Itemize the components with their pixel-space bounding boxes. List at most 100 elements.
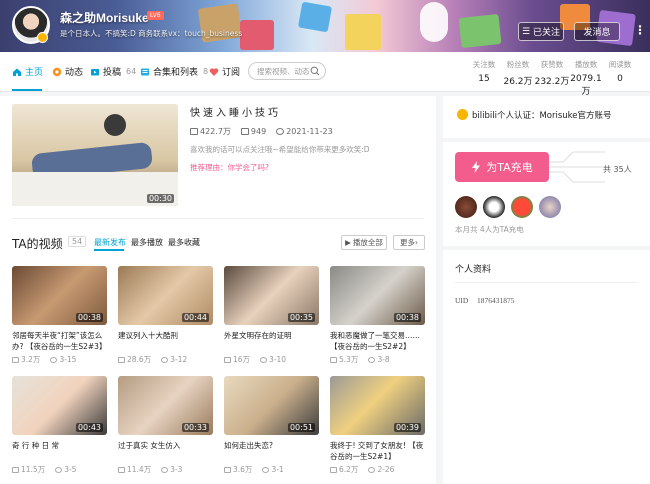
video-meta: 6.2万 2-26	[330, 464, 425, 475]
clock-icon	[262, 466, 270, 473]
video-title[interactable]: 奇 行 种 日 常	[12, 440, 107, 462]
play-all-button[interactable]: ▶ 播放全部	[341, 235, 387, 250]
featured-reason: 推荐理由：你学会了吗?	[190, 163, 269, 172]
menu-icon: ☰	[521, 26, 531, 37]
featured-duration: 00:30	[146, 194, 174, 203]
video-thumbnail[interactable]: 00:39	[330, 376, 425, 435]
featured-meta: 422.7万 949 2021-11-23	[190, 126, 333, 137]
tab-dynamic[interactable]: 动态	[52, 65, 83, 78]
video-views: 11.5万	[21, 465, 46, 474]
featured-date: 2021-11-23	[276, 126, 333, 137]
lightning-icon	[472, 161, 481, 173]
video-thumbnail[interactable]: 00:33	[118, 376, 213, 435]
video-duration: 00:38	[393, 313, 421, 322]
clock-icon	[276, 128, 285, 135]
stat-reads-label: 阅读数	[608, 60, 632, 69]
video-date: 2-26	[377, 465, 395, 474]
message-button[interactable]: 发消息	[574, 22, 620, 41]
video-title[interactable]: 邻居每天半夜“打架”该怎么办? 【夜谷岳的一生S2#3】	[12, 330, 107, 352]
charge-button[interactable]: 为TA充电	[455, 152, 549, 182]
video-thumbnail[interactable]: 00:51	[224, 376, 319, 435]
upload-icon	[91, 68, 99, 75]
clock-icon	[55, 466, 63, 473]
video-date: 3-3	[170, 465, 183, 474]
video-duration: 00:39	[393, 423, 421, 432]
clock-icon	[368, 356, 376, 363]
followed-button[interactable]: ☰ 已关注	[518, 22, 564, 41]
signature: 是个日本人。不搞笑:D 商务联系vx：touch_business	[60, 29, 243, 38]
search-input[interactable]: 搜索视频、动态	[248, 62, 326, 80]
video-title[interactable]: 我和恶魔做了一笔交易…… 【夜谷岳的一生S2#2】	[330, 330, 425, 352]
video-views: 3.2万	[21, 355, 41, 364]
tab-home-label: 主页	[25, 68, 44, 78]
video-card[interactable]: 00:35 外星文明存在的证明 16万 3-10	[224, 266, 319, 365]
fan-avatar[interactable]	[539, 196, 561, 218]
more-videos-button[interactable]: 更多 ›	[393, 235, 425, 250]
video-card[interactable]: 00:33 过于真实 女生仿入 11.4万 3-3	[118, 376, 213, 475]
verified-badge-icon	[37, 32, 48, 43]
uid-label: UID	[455, 296, 469, 305]
video-title[interactable]: 建议列入十大酷刑	[118, 330, 213, 352]
tab-collection-label: 合集和列表	[153, 68, 199, 78]
video-meta: 28.6万 3-12	[118, 354, 213, 365]
video-views: 11.4万	[127, 465, 152, 474]
video-card[interactable]: 00:43 奇 行 种 日 常 11.5万 3-5	[12, 376, 107, 475]
play-count-icon	[224, 466, 231, 473]
profile-info-divider	[455, 282, 638, 283]
play-count-icon	[330, 466, 337, 473]
video-title[interactable]: 外星文明存在的证明	[224, 330, 319, 352]
video-card[interactable]: 00:38 我和恶魔做了一笔交易…… 【夜谷岳的一生S2#2】 5.3万 3-8	[330, 266, 425, 365]
tab-home[interactable]: 主页	[12, 65, 43, 78]
video-title[interactable]: 如何走出失恋?	[224, 440, 319, 462]
tab-subscribe[interactable]: 订阅	[209, 65, 240, 78]
uid-value: 1876431875	[477, 296, 515, 305]
verification-text: bilibili个人认证：Morisuke官方账号	[472, 111, 612, 121]
charge-month-note: 本月共 4人为TA充电	[455, 225, 524, 234]
video-thumbnail[interactable]: 00:35	[224, 266, 319, 325]
video-thumbnail[interactable]: 00:43	[12, 376, 107, 435]
video-views: 3.6万	[233, 465, 253, 474]
video-duration: 00:35	[287, 313, 315, 322]
video-meta: 11.5万 3-5	[12, 464, 107, 475]
more-icon[interactable]: ⋮	[634, 24, 646, 36]
featured-danmaku: 949	[240, 126, 266, 137]
video-card[interactable]: 00:39 我终于! 交到了女朋友! 【夜谷岳的一生S2#1】 6.2万 2-2…	[330, 376, 425, 475]
video-views: 5.3万	[339, 355, 359, 364]
danmaku-icon	[240, 128, 249, 135]
video-thumbnail[interactable]: 00:44	[118, 266, 213, 325]
fan-avatar[interactable]	[483, 196, 505, 218]
video-card[interactable]: 00:38 邻居每天半夜“打架”该怎么办? 【夜谷岳的一生S2#3】 3.2万 …	[12, 266, 107, 365]
video-date: 3-5	[64, 465, 77, 474]
upload-count: 64	[126, 67, 137, 76]
video-duration: 00:43	[75, 423, 103, 432]
video-title[interactable]: 我终于! 交到了女朋友! 【夜谷岳的一生S2#1】	[330, 440, 425, 462]
video-meta: 16万 3-10	[224, 354, 319, 365]
fan-avatar[interactable]	[455, 196, 477, 218]
tab-collection[interactable]: 合集和列表 8	[140, 65, 208, 78]
verified-icon	[457, 109, 468, 120]
collection-icon	[141, 68, 149, 75]
tab-most-played[interactable]: 最多播放	[131, 237, 163, 248]
tab-most-favorited[interactable]: 最多收藏	[168, 237, 200, 248]
featured-title[interactable]: 快速入睡小技巧	[190, 104, 281, 119]
video-thumbnail[interactable]: 00:38	[12, 266, 107, 325]
charge-total: 共 35人	[603, 165, 632, 174]
tab-upload[interactable]: 投稿 64	[90, 65, 136, 78]
videos-section-title: TA的视频	[12, 237, 63, 251]
featured-description: 喜欢我的话可以点关注哦~希望能给你带来更多欢笑:D	[190, 145, 370, 154]
clock-icon	[50, 356, 58, 363]
fan-avatar[interactable]	[511, 196, 533, 218]
video-title[interactable]: 过于真实 女生仿入	[118, 440, 213, 462]
followed-label: 已关注	[533, 28, 561, 38]
stat-reads-value: 0	[617, 74, 623, 84]
video-views: 6.2万	[339, 465, 359, 474]
video-thumbnail[interactable]: 00:38	[330, 266, 425, 325]
featured-video-thumbnail[interactable]: 00:30	[12, 104, 178, 206]
search-icon[interactable]	[310, 66, 320, 76]
video-duration: 00:51	[287, 423, 315, 432]
video-card[interactable]: 00:51 如何走出失恋? 3.6万 3-1	[224, 376, 319, 475]
tab-latest[interactable]: 最新发布	[94, 237, 126, 248]
search-placeholder: 搜索视频、动态	[257, 67, 310, 76]
clock-icon	[161, 466, 169, 473]
video-card[interactable]: 00:44 建议列入十大酷刑 28.6万 3-12	[118, 266, 213, 365]
